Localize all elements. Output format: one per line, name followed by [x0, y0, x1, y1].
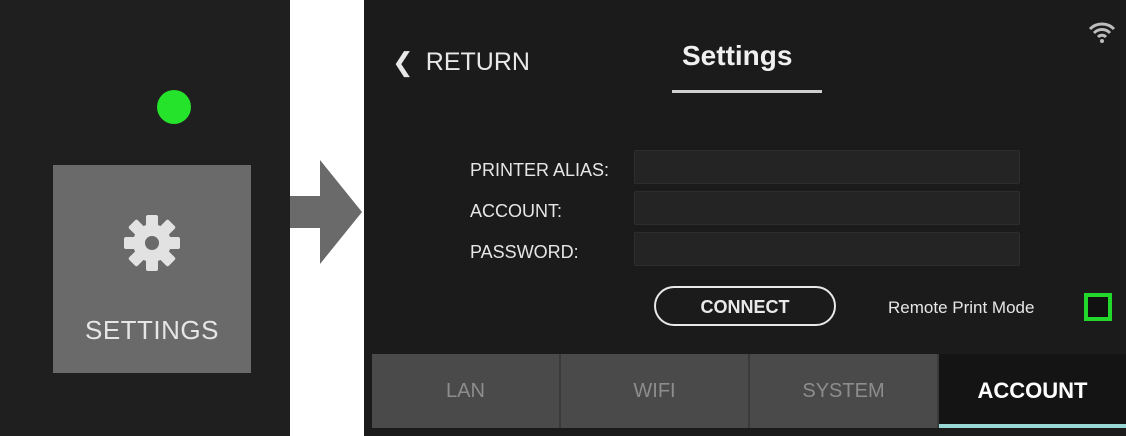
account-input[interactable] [634, 191, 1020, 225]
tab-bar: LAN WIFI SYSTEM ACCOUNT [372, 354, 1126, 428]
tab-wifi[interactable]: WIFI [561, 354, 750, 428]
remote-print-mode-checkbox[interactable] [1084, 293, 1112, 321]
status-indicator-dot [157, 90, 191, 124]
password-label: PASSWORD: [470, 242, 579, 262]
settings-tile-label: SETTINGS [84, 315, 219, 345]
title-underline [672, 90, 822, 93]
printer-alias-input[interactable] [634, 150, 1020, 184]
account-label: ACCOUNT: [470, 201, 563, 221]
gear-icon [124, 215, 180, 271]
arrow-right-icon [290, 160, 362, 264]
settings-tile-button[interactable]: SETTINGS [53, 165, 251, 373]
home-panel: SETTINGS [0, 0, 290, 436]
page-title: Settings [682, 40, 793, 71]
chevron-left-icon: ❮ [392, 46, 414, 77]
tab-account[interactable]: ACCOUNT [939, 354, 1126, 428]
password-input[interactable] [634, 232, 1020, 266]
tab-lan[interactable]: LAN [372, 354, 561, 428]
connect-button[interactable]: CONNECT [654, 286, 836, 326]
printer-alias-label: PRINTER ALIAS: [470, 160, 610, 180]
return-label: RETURN [425, 47, 530, 76]
remote-print-mode-label: Remote Print Mode [888, 298, 1035, 317]
tab-system[interactable]: SYSTEM [750, 354, 939, 428]
settings-screen: ❮ RETURN Settings PRINTER ALIAS: ACCOUNT… [364, 0, 1126, 436]
return-button[interactable]: ❮ RETURN [392, 42, 530, 82]
wifi-icon [1088, 22, 1116, 43]
